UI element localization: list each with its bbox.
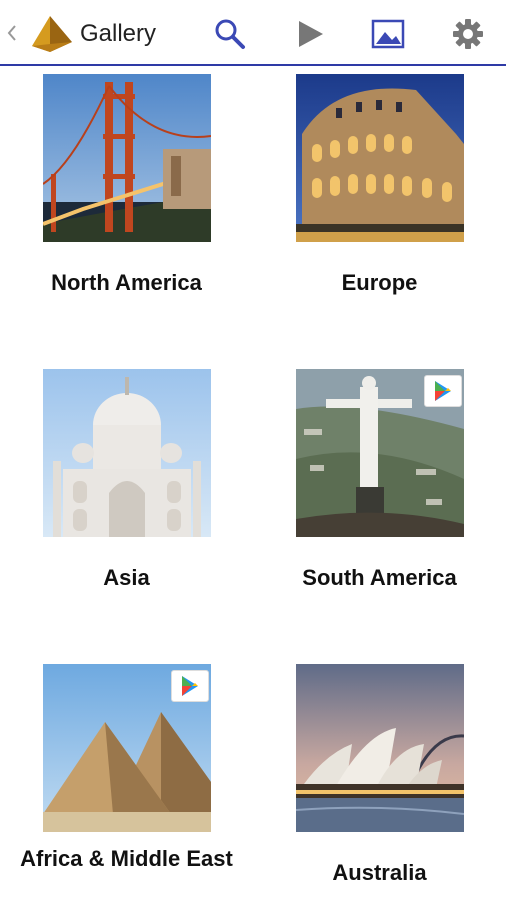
slideshow-button[interactable]: [288, 12, 332, 56]
region-label: Asia: [103, 565, 150, 590]
region-label: North America: [51, 270, 202, 295]
app-title: Gallery: [80, 20, 157, 47]
gear-icon: [453, 19, 483, 49]
play-store-badge[interactable]: [424, 375, 462, 407]
region-tile-australia[interactable]: Australia: [253, 664, 506, 900]
golden-gate-bridge-image: [43, 74, 211, 242]
up-caret-icon[interactable]: [6, 22, 18, 44]
region-label: Australia: [332, 860, 427, 885]
region-tile-africa-middle-east[interactable]: Africa & Middle East: [0, 664, 253, 900]
taj-mahal-image: [43, 369, 211, 537]
search-icon: [215, 19, 245, 49]
play-store-badge[interactable]: [171, 670, 209, 702]
settings-button[interactable]: [446, 12, 490, 56]
play-store-icon: [435, 381, 451, 401]
gallery-view-button[interactable]: [366, 12, 410, 56]
app-pyramid-icon[interactable]: [28, 14, 74, 54]
region-tile-south-america[interactable]: South America: [253, 369, 506, 659]
colosseum-image: [296, 74, 464, 242]
play-icon: [299, 21, 323, 47]
sydney-opera-house-image: [296, 664, 464, 832]
region-label: South America: [302, 565, 457, 590]
region-tile-north-america[interactable]: North America: [0, 74, 253, 364]
region-tile-asia[interactable]: Asia: [0, 369, 253, 659]
action-bar: Gallery: [0, 0, 506, 66]
gallery-icon: [371, 19, 405, 49]
region-label: Europe: [341, 270, 418, 295]
region-label: Africa & Middle East: [20, 846, 233, 871]
play-store-icon: [182, 676, 198, 696]
search-button[interactable]: [208, 12, 252, 56]
region-tile-europe[interactable]: Europe: [253, 74, 506, 364]
